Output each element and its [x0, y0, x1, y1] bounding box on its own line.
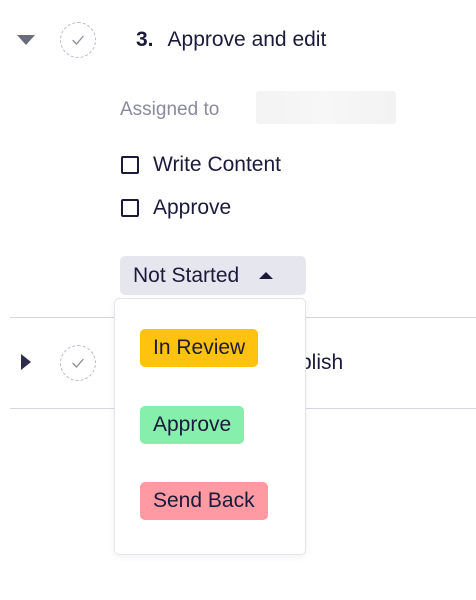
check-icon — [72, 358, 84, 368]
step-number: 3. — [136, 28, 154, 51]
caret-up-icon — [259, 272, 274, 279]
check-icon — [72, 35, 84, 45]
status-menu: In Review Approve Send Back — [114, 298, 306, 555]
step-title: 3. Approve and edit — [136, 26, 326, 54]
task-write-content[interactable]: Write Content — [120, 151, 281, 179]
assigned-to-label: Assigned to — [120, 99, 220, 120]
status-option-in-review[interactable]: In Review — [140, 329, 259, 367]
complete-step-toggle[interactable] — [60, 22, 96, 58]
task-label: Write Content — [153, 153, 281, 176]
status-option-approve[interactable]: Approve — [140, 406, 245, 444]
task-approve[interactable]: Approve — [120, 194, 231, 222]
status-dropdown-button[interactable]: Not Started — [120, 256, 306, 295]
task-label: Approve — [153, 196, 232, 219]
status-label: Not Started — [133, 263, 240, 287]
task-checkbox[interactable] — [121, 199, 139, 217]
task-checkbox[interactable] — [121, 156, 139, 174]
expand-caret-icon[interactable] — [21, 354, 31, 370]
step-title-text: Approve and edit — [167, 28, 327, 51]
status-option-send-back[interactable]: Send Back — [140, 482, 268, 520]
assignee-field[interactable] — [256, 91, 396, 124]
collapse-caret-icon[interactable] — [17, 35, 35, 45]
next-step-title: blish — [300, 351, 344, 374]
workflow-steps: 3. Approve and edit Assigned to Write Con… — [0, 0, 476, 600]
complete-step-toggle[interactable] — [60, 345, 96, 381]
